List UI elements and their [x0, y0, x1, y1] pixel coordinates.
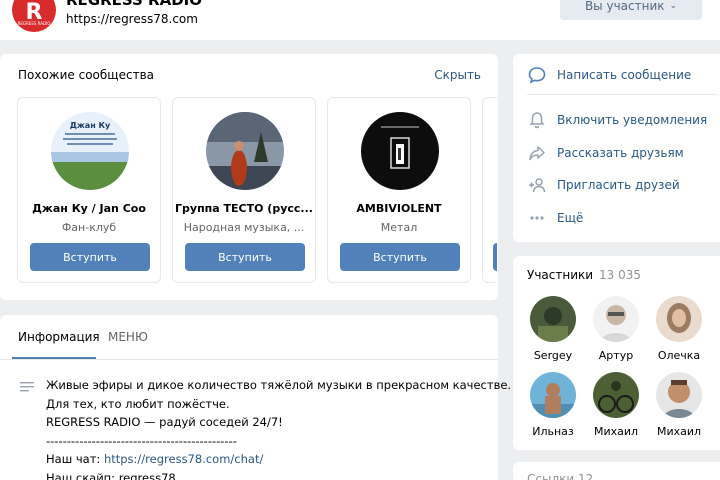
community-name[interactable]: Группа ТЕСТО (русс... — [173, 202, 315, 215]
community-avatar[interactable]: Джан Ку — [51, 112, 129, 190]
community-avatar[interactable] — [206, 112, 284, 190]
more-icon — [527, 208, 547, 228]
tab-divider — [0, 359, 498, 360]
invite-friends-action[interactable]: Пригласить друзей — [527, 175, 720, 195]
links-title[interactable]: Ссылки 12 — [527, 472, 593, 480]
avatar[interactable] — [593, 372, 639, 418]
member-name[interactable]: Олечка — [649, 349, 709, 362]
tell-friends-action[interactable]: Рассказать друзьям — [527, 143, 720, 163]
member-name[interactable]: Артур — [586, 349, 646, 362]
share-icon — [527, 143, 547, 163]
description-line: ----------------------------------------… — [46, 433, 237, 448]
community-name[interactable]: Джан Ку / Jan Coo — [18, 202, 160, 215]
member-name[interactable]: Михаил — [649, 425, 709, 438]
description-line: REGRESS RADIO — радуй соседей 24/7! — [46, 415, 283, 429]
similar-list: Джан Ку Джан Ку / Jan Coo Фан-клуб Вступ… — [17, 97, 497, 337]
member-item[interactable]: Артур — [586, 296, 646, 362]
action-divider — [527, 94, 717, 95]
group-name: REGRESS RADIO — [66, 0, 203, 9]
enable-notifications-action[interactable]: Включить уведомления — [527, 110, 720, 130]
actions-card: Написать сообщение Включить уведомления … — [513, 54, 720, 242]
hide-button[interactable]: Скрыть — [434, 68, 481, 82]
members-card: Участники 13 035 Sergey Артур Олечка Ильн… — [513, 256, 720, 450]
similar-item[interactable]: Джан Ку Джан Ку / Jan Coo Фан-клуб Вступ… — [17, 97, 161, 283]
similar-item-partial[interactable] — [482, 97, 497, 283]
join-button[interactable]: Вступить — [340, 243, 460, 271]
info-card: Информация МЕНЮ Живые эфиры и дикое коли… — [0, 315, 511, 480]
avatar[interactable] — [656, 372, 702, 418]
skype-line: Наш скайп: regress78 — [46, 470, 176, 480]
community-category: Фан-клуб — [61, 221, 117, 234]
svg-text:Джан Ку: Джан Ку — [70, 121, 111, 130]
members-title-row[interactable]: Участники 13 035 — [527, 268, 641, 282]
add-user-icon — [527, 175, 547, 195]
send-message-action[interactable]: Написать сообщение — [527, 65, 720, 85]
action-label: Включить уведомления — [557, 113, 708, 127]
join-button[interactable]: Вступить — [30, 243, 150, 271]
member-name[interactable]: Михаил — [586, 425, 646, 438]
description-icon — [20, 378, 34, 392]
action-label: Рассказать друзьям — [557, 146, 684, 160]
group-description: Живые эфиры и дикое количество тяжёлой м… — [46, 376, 511, 480]
links-card: Ссылки 12 — [513, 462, 720, 480]
similar-item[interactable]: Группа ТЕСТО (русс... Народная музыка, .… — [172, 97, 316, 283]
member-status-button[interactable]: Вы участник ⌄ — [560, 0, 702, 20]
description-line: Живые эфиры и дикое количество тяжёлой м… — [46, 378, 512, 392]
member-item[interactable]: Ильназ — [523, 372, 583, 438]
avatar[interactable] — [530, 372, 576, 418]
member-item[interactable]: Олечка — [649, 296, 709, 362]
action-label: Ещё — [557, 211, 584, 225]
chat-label: Наш чат: — [46, 452, 104, 466]
members-count: 13 035 — [599, 268, 642, 282]
members-title: Участники — [527, 268, 594, 282]
join-button-partial[interactable] — [493, 243, 497, 271]
similar-title: Похожие сообщества — [18, 68, 154, 82]
similar-communities-card: Похожие сообщества Скрыть Джан Ку Джан К… — [0, 54, 498, 300]
chat-line: Наш чат: https://regress78.com/chat/ — [46, 450, 511, 469]
member-item[interactable]: Михаил — [649, 372, 709, 438]
member-status-label: Вы участник — [584, 0, 665, 13]
logo-small-text: REGRESS RADIO — [17, 21, 51, 26]
description-line: Для тех, кто любит пожёстче. — [46, 396, 230, 411]
member-name[interactable]: Sergey — [523, 349, 583, 362]
avatar[interactable] — [593, 296, 639, 342]
community-avatar[interactable] — [361, 112, 439, 190]
avatar[interactable] — [530, 296, 576, 342]
group-url[interactable]: https://regress78.com — [66, 12, 198, 26]
community-name[interactable]: AMBIVIOLENT — [328, 202, 470, 215]
avatar[interactable] — [656, 296, 702, 342]
bell-icon — [527, 110, 547, 130]
tab-info[interactable]: Информация — [18, 330, 100, 344]
member-name[interactable]: Ильназ — [523, 425, 583, 438]
action-label: Написать сообщение — [557, 68, 692, 82]
join-button[interactable]: Вступить — [185, 243, 305, 271]
more-action[interactable]: Ещё — [527, 208, 720, 228]
member-item[interactable]: Михаил — [586, 372, 646, 438]
member-item[interactable]: Sergey — [523, 296, 583, 362]
tab-menu[interactable]: МЕНЮ — [108, 330, 148, 344]
chat-link[interactable]: https://regress78.com/chat/ — [104, 452, 263, 466]
action-label: Пригласить друзей — [557, 178, 680, 192]
similar-item[interactable]: AMBIVIOLENT Метал Вступить — [327, 97, 471, 283]
community-category: Метал — [380, 221, 418, 234]
message-icon — [527, 65, 547, 85]
community-category: Народная музыка, ... — [183, 221, 305, 234]
chevron-down-icon: ⌄ — [669, 1, 678, 11]
